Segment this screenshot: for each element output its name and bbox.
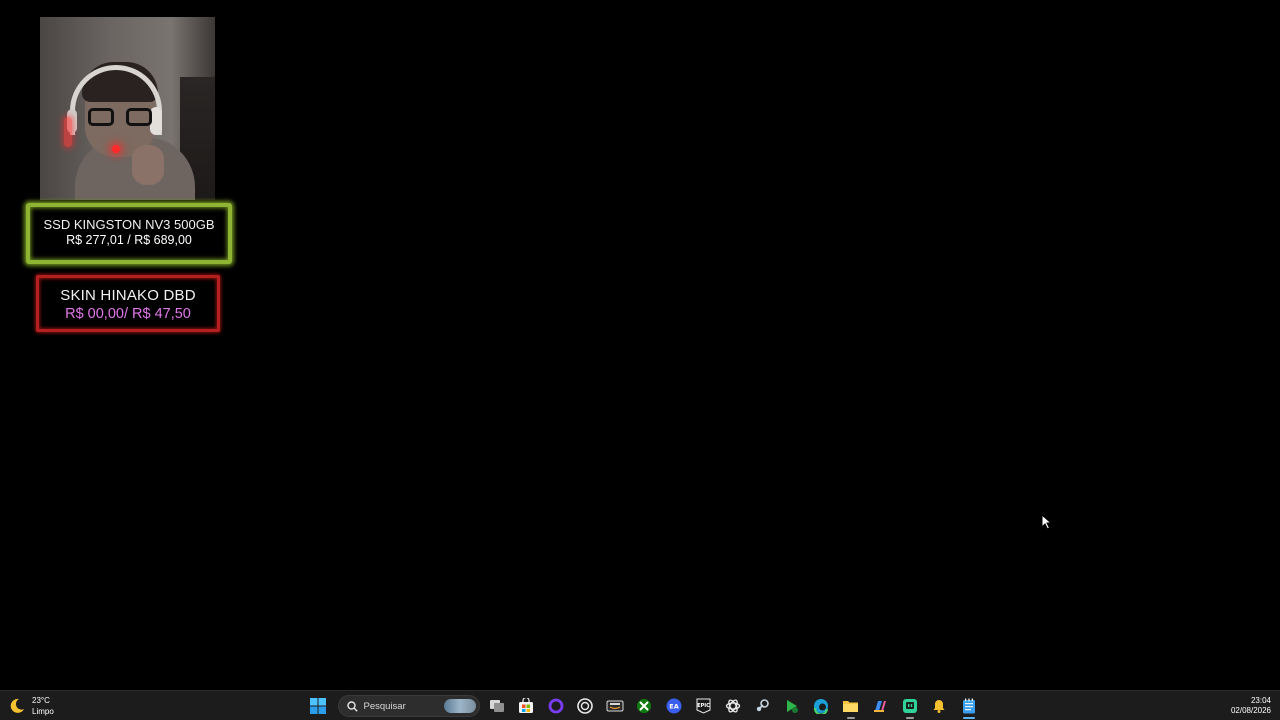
moon-icon: [10, 698, 24, 713]
donation-goal-ssd: SSD KINGSTON NV3 500GB R$ 277,01 / R$ 68…: [26, 203, 232, 264]
svg-text:EPIC: EPIC: [697, 703, 710, 709]
clock-date: 02/08/2026: [1230, 706, 1271, 715]
cortana-ring-icon: [548, 698, 563, 714]
edge-button[interactable]: [808, 693, 834, 719]
twitch-studio-button[interactable]: [897, 693, 923, 719]
file-explorer-button[interactable]: [838, 693, 864, 719]
ubisoft-button[interactable]: [572, 693, 598, 719]
xbox-button[interactable]: [631, 693, 657, 719]
notification-bell-app-icon: [933, 700, 945, 713]
game-launcher-icon: [786, 700, 798, 713]
game-launcher-button[interactable]: [779, 693, 805, 719]
alert-app-button[interactable]: [926, 693, 952, 719]
search-placeholder: Pesquisar: [363, 700, 406, 712]
epic-games-icon: EPIC: [696, 698, 710, 714]
clock-time: 23:04: [1250, 696, 1271, 705]
steam-icon: [756, 699, 769, 712]
mouse-cursor-icon: [1041, 514, 1053, 530]
notepad-icon: [962, 698, 975, 714]
search-highlight-image: [443, 699, 476, 713]
webcam-feed: [40, 17, 215, 200]
search-icon: [346, 700, 358, 712]
goal-title: SKIN HINAKO DBD: [60, 287, 196, 304]
copilot-icon: [874, 701, 886, 712]
steam-button[interactable]: [749, 693, 775, 719]
twitch-studio-icon: [902, 699, 917, 713]
xbox-icon: [637, 699, 651, 713]
microsoft-store-button[interactable]: [513, 693, 539, 719]
edge-icon: [814, 699, 828, 714]
microsoft-store-icon: [519, 698, 533, 713]
epic-games-button[interactable]: EPIC: [690, 693, 716, 719]
amazon-games-button[interactable]: [602, 693, 628, 719]
chatgpt-icon: [725, 699, 740, 713]
goal-title: SSD KINGSTON NV3 500GB: [43, 217, 215, 232]
start-icon: [310, 698, 326, 714]
system-clock[interactable]: 23:04 02/08/2026: [1231, 696, 1271, 716]
notepad-button[interactable]: [956, 693, 982, 719]
donation-goal-skin: SKIN HINAKO DBD R$ 00,00/ R$ 47,50: [36, 275, 220, 332]
task-view-button[interactable]: [484, 693, 510, 719]
weather-widget[interactable]: 23°C Limpo: [8, 694, 54, 718]
ea-app-button[interactable]: EA: [661, 693, 687, 719]
start-button[interactable]: [305, 693, 331, 719]
file-explorer-icon: [843, 701, 858, 712]
chatgpt-button[interactable]: [720, 693, 746, 719]
amazon-games-icon: [606, 700, 623, 712]
ring-app-button[interactable]: [543, 693, 569, 719]
weather-temperature: 23°C: [32, 695, 50, 705]
search-box[interactable]: Pesquisar: [337, 695, 480, 717]
task-view-icon: [489, 700, 504, 712]
copilot-button[interactable]: [867, 693, 893, 719]
ea-app-icon: EA: [666, 698, 681, 714]
svg-text:EA: EA: [669, 703, 678, 711]
ubisoft-icon: [577, 698, 593, 714]
weather-condition: Limpo: [32, 706, 54, 716]
taskbar: 23°C Limpo Pesquisar EA EPIC 23:04 02/08…: [0, 690, 1280, 720]
desktop: SSD KINGSTON NV3 500GB R$ 277,01 / R$ 68…: [0, 0, 1280, 720]
taskbar-center: Pesquisar EA EPIC: [305, 693, 985, 719]
goal-amount: R$ 00,00/ R$ 47,50: [65, 306, 191, 322]
goal-amount: R$ 277,01 / R$ 689,00: [66, 233, 192, 247]
